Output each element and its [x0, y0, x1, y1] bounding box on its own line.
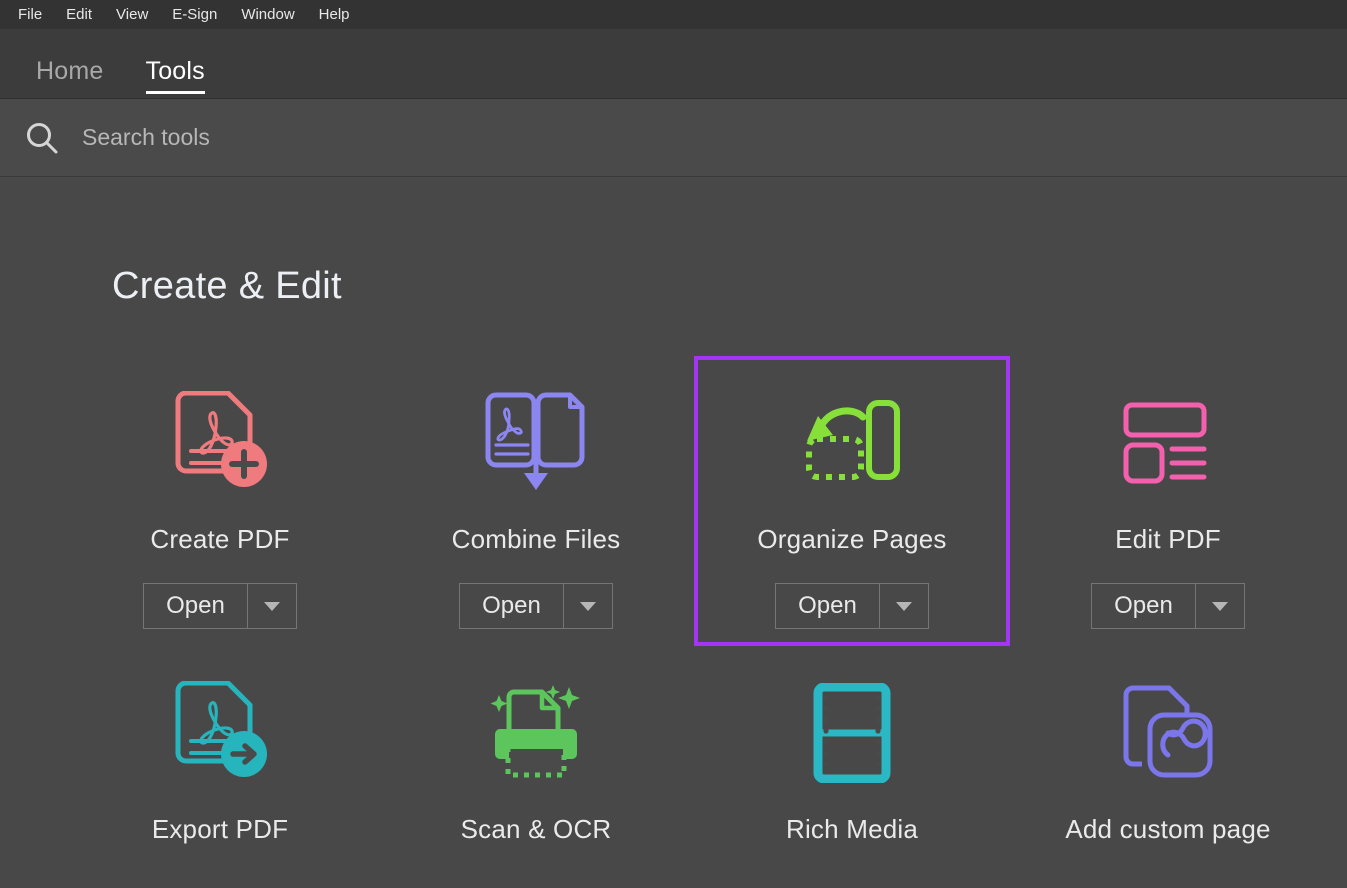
tool-card-combine-files[interactable]: Combine Files Open: [378, 356, 694, 646]
open-dropdown-organize-pages[interactable]: [880, 584, 928, 628]
tool-label-organize-pages: Organize Pages: [757, 524, 947, 554]
open-split-button-create-pdf[interactable]: Open: [143, 583, 297, 629]
open-split-button-edit-pdf[interactable]: Open: [1091, 583, 1245, 629]
chevron-down-icon: [264, 601, 280, 611]
tab-tools[interactable]: Tools: [130, 57, 221, 98]
open-dropdown-create-pdf[interactable]: [248, 584, 296, 628]
menu-item-view[interactable]: View: [104, 0, 160, 29]
tools-grid: Create PDF Open Combine Files Open Organ…: [0, 356, 1347, 888]
export-pdf-icon: [166, 674, 274, 792]
tool-card-edit-pdf[interactable]: Edit PDF Open: [1010, 356, 1326, 646]
tab-home[interactable]: Home: [20, 57, 120, 98]
tool-card-organize-pages[interactable]: Organize Pages Open: [694, 356, 1010, 646]
scan-ocr-icon: [481, 674, 591, 792]
rich-media-icon: [812, 674, 892, 792]
menu-item-window[interactable]: Window: [229, 0, 306, 29]
tool-label-rich-media: Rich Media: [785, 814, 919, 844]
tool-card-create-pdf[interactable]: Create PDF Open: [62, 356, 378, 646]
search-icon: [22, 118, 62, 158]
chevron-down-icon: [896, 601, 912, 611]
open-split-button-organize-pages[interactable]: Open: [775, 583, 929, 629]
open-dropdown-combine-files[interactable]: [564, 584, 612, 628]
tool-card-scan-ocr[interactable]: Scan & OCR: [378, 646, 694, 888]
open-button-create-pdf[interactable]: Open: [144, 584, 248, 628]
menu-item-esign[interactable]: E-Sign: [160, 0, 229, 29]
menu-item-edit[interactable]: Edit: [54, 0, 104, 29]
chevron-down-icon: [580, 601, 596, 611]
tool-label-add-custom-page: Add custom page: [1065, 814, 1271, 844]
search-bar: [0, 99, 1347, 177]
open-button-organize-pages[interactable]: Open: [776, 584, 880, 628]
open-button-edit-pdf[interactable]: Open: [1092, 584, 1196, 628]
tool-label-create-pdf: Create PDF: [150, 524, 290, 554]
section-title: Create & Edit: [112, 265, 342, 307]
add-custom-page-icon: [1116, 674, 1220, 792]
tool-label-combine-files: Combine Files: [451, 524, 621, 554]
tool-card-export-pdf[interactable]: Export PDF: [62, 646, 378, 888]
menu-item-file[interactable]: File: [6, 0, 54, 29]
tool-label-export-pdf: Export PDF: [151, 814, 289, 844]
search-input[interactable]: [82, 124, 682, 151]
edit-pdf-icon: [1120, 384, 1216, 502]
open-split-button-combine-files[interactable]: Open: [459, 583, 613, 629]
tab-bar: Home Tools: [0, 29, 1347, 99]
tool-card-rich-media[interactable]: Rich Media: [694, 646, 1010, 888]
combine-files-icon: [480, 384, 592, 502]
create-pdf-icon: [166, 384, 274, 502]
tool-label-scan-ocr: Scan & OCR: [460, 814, 612, 844]
tool-label-edit-pdf: Edit PDF: [1115, 524, 1221, 554]
open-dropdown-edit-pdf[interactable]: [1196, 584, 1244, 628]
menu-bar: File Edit View E-Sign Window Help: [0, 0, 1347, 29]
open-button-combine-files[interactable]: Open: [460, 584, 564, 628]
tool-card-add-custom-page[interactable]: Add custom page: [1010, 646, 1326, 888]
organize-pages-icon: [799, 384, 905, 502]
tools-content-area: Create & Edit Create PDF Open Combine Fi…: [0, 177, 1347, 887]
menu-item-help[interactable]: Help: [307, 0, 362, 29]
chevron-down-icon: [1212, 601, 1228, 611]
